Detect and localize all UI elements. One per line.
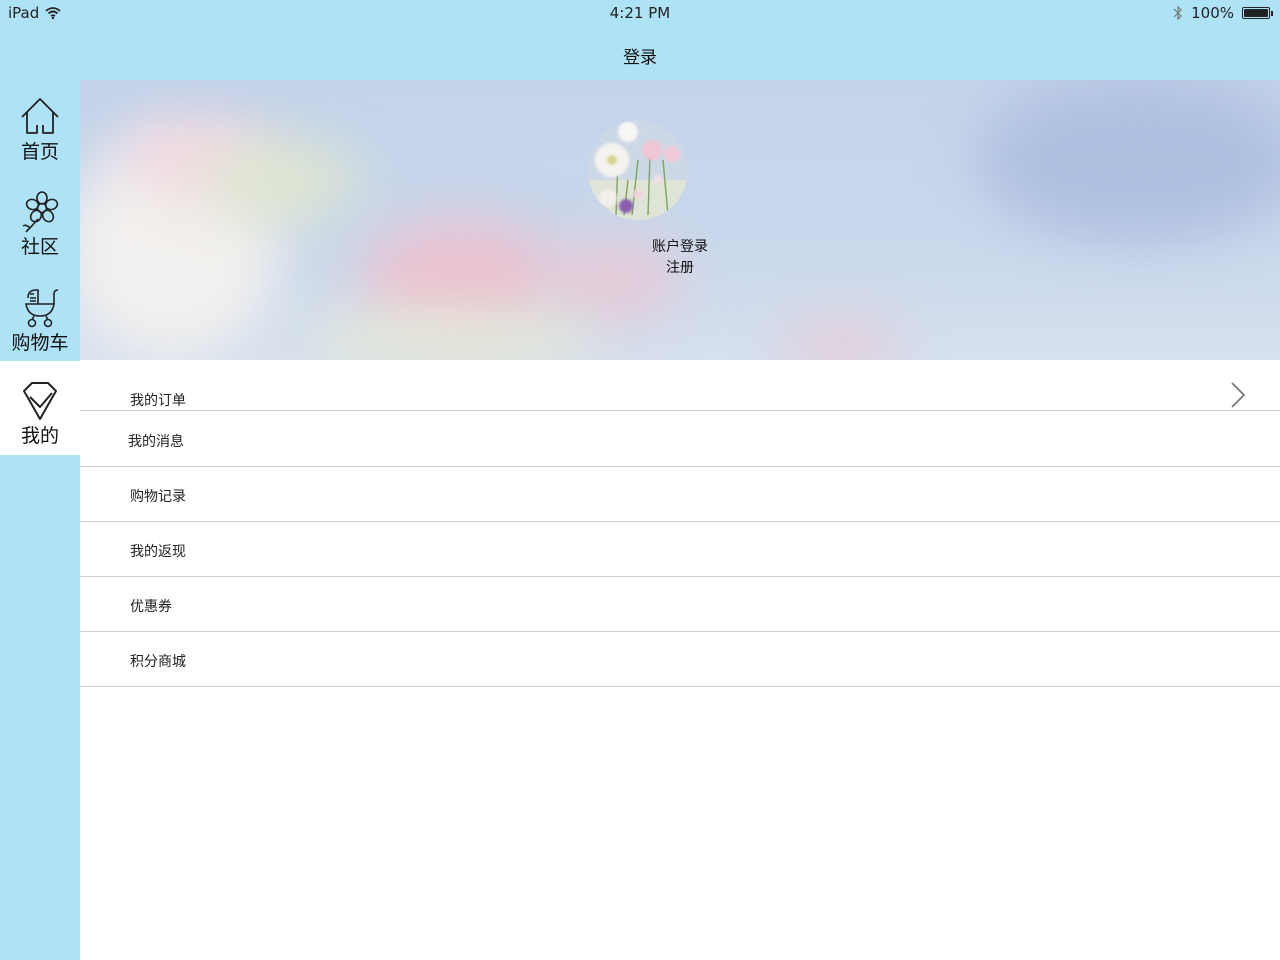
avatar[interactable]	[588, 120, 688, 220]
menu-item-purchase-history[interactable]: 购物记录	[80, 467, 1280, 522]
stroller-icon	[25, 289, 59, 328]
menu-item-orders[interactable]: 我的订单	[80, 360, 1280, 411]
page-title: 登录	[623, 48, 657, 68]
sidebar-item-label: 购物车	[11, 332, 69, 354]
diamond-check-icon	[23, 382, 57, 420]
menu-item-label: 积分商城	[130, 654, 186, 670]
menu-item-label: 我的消息	[128, 434, 184, 450]
account-menu: 我的订单 我的消息 购物记录 我的返现 优惠券 积分商城	[80, 360, 1280, 687]
sidebar-item-home[interactable]: 首页	[0, 95, 80, 189]
bluetooth-icon	[1173, 5, 1182, 21]
battery-icon	[1242, 7, 1273, 19]
menu-item-label: 我的订单	[130, 393, 186, 409]
battery-percent: 100%	[1191, 4, 1234, 22]
top-bar: iPad 4:21 PM 100% 登录	[0, 0, 1280, 80]
banner-blur-leaf	[300, 310, 600, 360]
menu-item-cashback[interactable]: 我的返现	[80, 522, 1280, 577]
banner-blur-sky	[980, 80, 1280, 240]
menu-item-label: 购物记录	[130, 489, 186, 505]
sidebar-item-community[interactable]: 社区	[0, 190, 80, 284]
sidebar-item-label: 首页	[20, 141, 59, 163]
flower-icon	[22, 191, 59, 233]
home-icon	[21, 98, 59, 134]
sidebar-item-label: 社区	[20, 236, 59, 258]
banner-blur-flower	[780, 320, 900, 360]
sidebar: 首页 社区 购物车 我的	[0, 80, 80, 960]
register-link[interactable]: 注册	[80, 257, 1280, 277]
menu-item-label: 我的返现	[130, 544, 186, 560]
battery-fill	[1244, 9, 1268, 17]
avatar-flower-image	[588, 120, 688, 220]
status-time: 4:21 PM	[609, 4, 671, 22]
menu-item-points-mall[interactable]: 积分商城	[80, 632, 1280, 687]
menu-item-label: 优惠券	[130, 599, 172, 615]
menu-item-coupons[interactable]: 优惠券	[80, 577, 1280, 632]
status-right: 100%	[1173, 4, 1273, 22]
banner-blur-leaf	[200, 140, 360, 220]
chevron-right-icon	[1231, 382, 1246, 408]
account-login-link[interactable]: 账户登录	[80, 236, 1280, 256]
sidebar-item-label: 我的	[20, 425, 59, 447]
profile-banner: 账户登录 注册	[80, 80, 1280, 360]
menu-item-messages[interactable]: 我的消息	[80, 411, 1280, 467]
sidebar-item-mine[interactable]: 我的	[0, 361, 80, 455]
